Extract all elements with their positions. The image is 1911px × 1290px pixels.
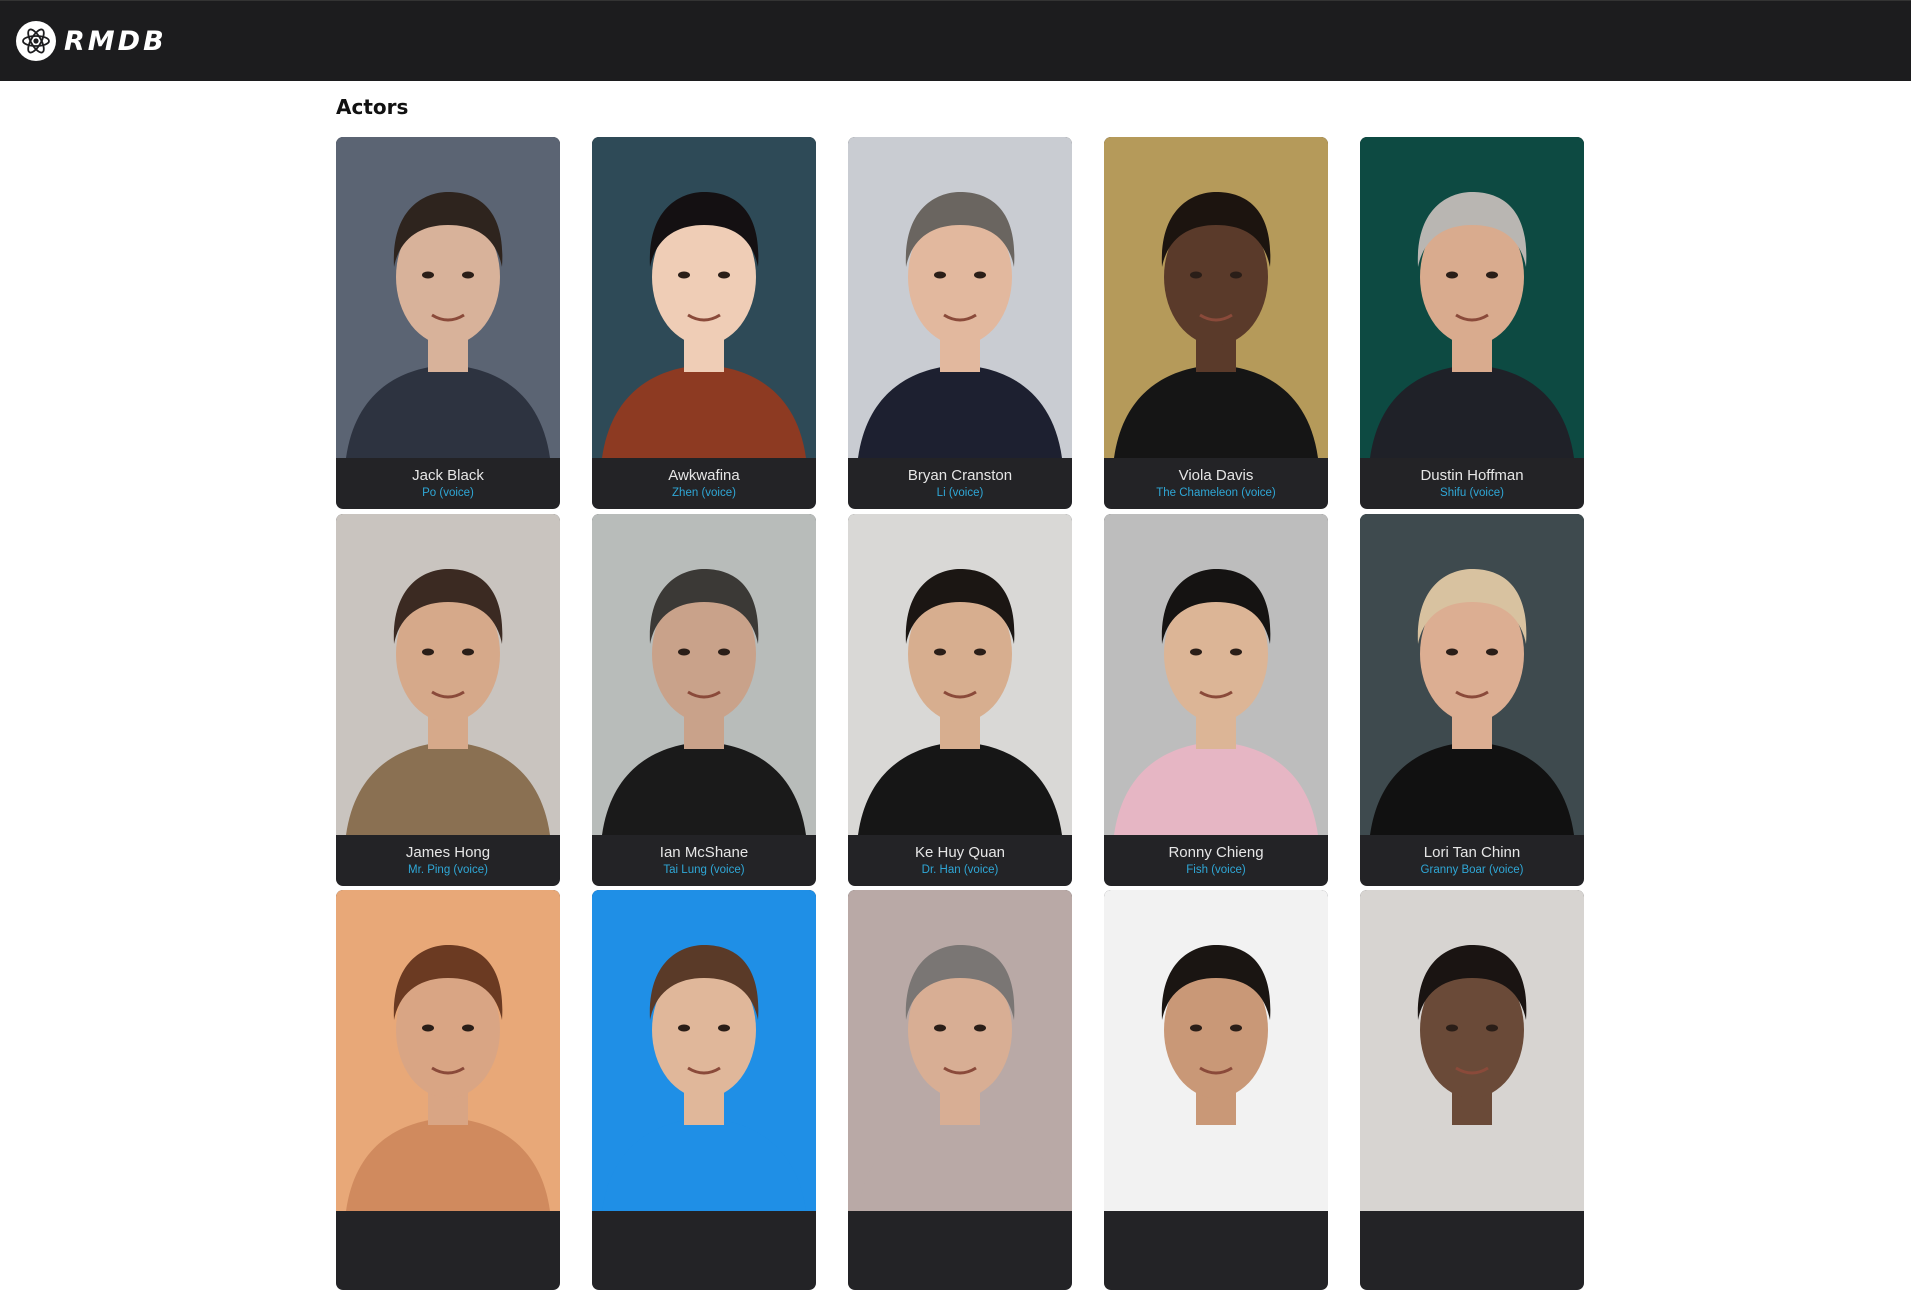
atom-icon bbox=[16, 21, 56, 61]
actor-card-info: Jack Black Po (voice) bbox=[336, 458, 560, 509]
home-logo-link[interactable]: RMDB bbox=[16, 21, 167, 61]
actor-card[interactable]: Ian McShane Tai Lung (voice) bbox=[592, 514, 816, 886]
actor-photo bbox=[336, 514, 560, 835]
logo-text: RMDB bbox=[64, 25, 167, 57]
actor-photo bbox=[1104, 137, 1328, 458]
actor-role: Mr. Ping (voice) bbox=[408, 864, 488, 876]
actor-card[interactable]: Ronny Chieng Fish (voice) bbox=[1104, 514, 1328, 886]
actor-photo bbox=[848, 137, 1072, 458]
actor-role: Dr. Han (voice) bbox=[921, 864, 999, 876]
actor-card[interactable] bbox=[1360, 890, 1584, 1290]
main-content: Actors Jack Black Po (voice) Awkwafina Zhen… bbox=[336, 81, 1586, 1290]
actor-photo bbox=[592, 514, 816, 835]
actor-card[interactable] bbox=[336, 890, 560, 1290]
actor-photo bbox=[592, 137, 816, 458]
actor-card[interactable]: Awkwafina Zhen (voice) bbox=[592, 137, 816, 509]
actor-name: James Hong bbox=[405, 844, 491, 861]
actor-photo bbox=[1360, 890, 1584, 1211]
actor-role: Li (voice) bbox=[936, 487, 984, 499]
actor-photo bbox=[592, 890, 816, 1211]
actor-card-info: Ke Huy Quan Dr. Han (voice) bbox=[848, 835, 1072, 886]
actor-role: Fish (voice) bbox=[1186, 864, 1246, 876]
top-navbar: RMDB bbox=[0, 0, 1911, 81]
actor-role: Zhen (voice) bbox=[672, 487, 736, 499]
actor-card[interactable]: Dustin Hoffman Shifu (voice) bbox=[1360, 137, 1584, 509]
actor-card[interactable]: Lori Tan Chinn Granny Boar (voice) bbox=[1360, 514, 1584, 886]
actor-card[interactable]: James Hong Mr. Ping (voice) bbox=[336, 514, 560, 886]
actor-role: Tai Lung (voice) bbox=[663, 864, 745, 876]
actor-card[interactable]: Jack Black Po (voice) bbox=[336, 137, 560, 509]
actor-card-info: Lori Tan Chinn Granny Boar (voice) bbox=[1360, 835, 1584, 886]
actor-name: Ian McShane bbox=[659, 844, 749, 861]
actor-role: Po (voice) bbox=[422, 487, 474, 499]
actor-photo bbox=[848, 514, 1072, 835]
actor-card-info: Viola Davis The Chameleon (voice) bbox=[1104, 458, 1328, 509]
actor-photo bbox=[1104, 890, 1328, 1211]
actor-card[interactable] bbox=[848, 890, 1072, 1290]
actor-card-info: Ian McShane Tai Lung (voice) bbox=[592, 835, 816, 886]
actor-photo bbox=[848, 890, 1072, 1211]
actor-photo bbox=[1360, 514, 1584, 835]
actor-name: Awkwafina bbox=[668, 467, 740, 484]
actor-photo bbox=[1360, 137, 1584, 458]
actor-name: Ke Huy Quan bbox=[914, 844, 1006, 861]
actor-card[interactable] bbox=[592, 890, 816, 1290]
actor-name: Ronny Chieng bbox=[1168, 844, 1264, 861]
actor-role: Granny Boar (voice) bbox=[1420, 864, 1524, 876]
actor-card[interactable]: Ke Huy Quan Dr. Han (voice) bbox=[848, 514, 1072, 886]
actor-role: Shifu (voice) bbox=[1440, 487, 1504, 499]
actor-card-info: Awkwafina Zhen (voice) bbox=[592, 458, 816, 509]
actor-name: Lori Tan Chinn bbox=[1423, 844, 1521, 861]
actor-name: Jack Black bbox=[412, 467, 484, 484]
actor-card-info: Bryan Cranston Li (voice) bbox=[848, 458, 1072, 509]
actor-photo bbox=[1104, 514, 1328, 835]
actor-role: The Chameleon (voice) bbox=[1156, 487, 1276, 499]
section-title: Actors bbox=[336, 95, 409, 119]
actor-card-info: Dustin Hoffman Shifu (voice) bbox=[1360, 458, 1584, 509]
actor-card-info: Ronny Chieng Fish (voice) bbox=[1104, 835, 1328, 886]
actor-name: Bryan Cranston bbox=[907, 467, 1013, 484]
actor-card[interactable]: Bryan Cranston Li (voice) bbox=[848, 137, 1072, 509]
actor-card-info: James Hong Mr. Ping (voice) bbox=[336, 835, 560, 886]
actor-name: Dustin Hoffman bbox=[1420, 467, 1524, 484]
actor-card[interactable] bbox=[1104, 890, 1328, 1290]
actor-card[interactable]: Viola Davis The Chameleon (voice) bbox=[1104, 137, 1328, 509]
actor-photo bbox=[336, 890, 560, 1211]
actor-photo bbox=[336, 137, 560, 458]
actor-name: Viola Davis bbox=[1178, 467, 1254, 484]
